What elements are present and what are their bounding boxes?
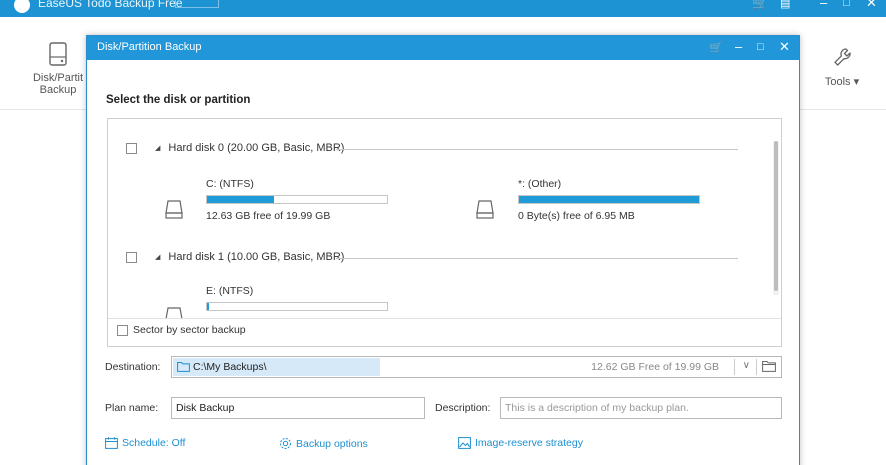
app-close-icon[interactable]: ✕ xyxy=(866,0,877,11)
section-title: Select the disk or partition xyxy=(106,94,251,106)
collapse-triangle-icon[interactable]: ◢ xyxy=(155,253,160,261)
destination-divider xyxy=(756,359,757,375)
disk-1-divider xyxy=(336,258,738,259)
schedule-link[interactable]: Schedule: Off xyxy=(105,437,185,449)
backup-options-label: Backup options xyxy=(296,437,368,450)
partition-c-drive-icon xyxy=(165,200,183,219)
dialog-cart-icon[interactable]: 🛒 xyxy=(709,41,723,54)
calendar-icon xyxy=(105,437,118,449)
app-maximize-icon[interactable]: □ xyxy=(843,0,850,9)
disk-1-checkbox[interactable] xyxy=(126,251,137,263)
wrench-icon xyxy=(834,48,851,66)
tools-label: Tools ▾ xyxy=(824,76,860,88)
collapse-triangle-icon[interactable]: ◢ xyxy=(155,144,160,152)
destination-free-space: 12.62 GB Free of 19.99 GB xyxy=(591,361,719,373)
disk-0-header: ◢ Hard disk 0 (20.00 GB, Basic, MBR) xyxy=(126,142,344,154)
disk-partition-backup-dialog: Disk/Partition Backup 🛒 – □ ✕ Select the… xyxy=(86,35,800,465)
disk-list-panel: ◢ Hard disk 0 (20.00 GB, Basic, MBR) C: … xyxy=(107,118,782,347)
schedule-label: Schedule: Off xyxy=(122,437,186,449)
disk-1-header: ◢ Hard disk 1 (10.00 GB, Basic, MBR) xyxy=(126,251,344,263)
tool-label-line1: Disk/Partit xyxy=(32,72,84,84)
chevron-down-icon[interactable]: ∨ xyxy=(743,360,750,371)
dialog-minimize-icon[interactable]: – xyxy=(735,39,742,54)
app-search-box[interactable] xyxy=(175,0,219,8)
image-reserve-link[interactable]: Image-reserve strategy xyxy=(458,437,583,449)
image-icon xyxy=(458,437,471,449)
tool-label-line2: Backup xyxy=(39,84,77,96)
app-menu-icon[interactable]: ▤ xyxy=(780,0,790,10)
destination-path: C:\My Backups\ xyxy=(193,361,267,373)
dialog-title: Disk/Partition Backup xyxy=(97,41,202,53)
partition-other-free: 0 Byte(s) free of 6.95 MB xyxy=(518,210,635,222)
app-title: EaseUS Todo Backup Free xyxy=(38,0,183,10)
plan-name-label: Plan name: xyxy=(105,402,159,414)
disk-0-checkbox[interactable] xyxy=(126,142,137,154)
partition-other-drive-icon xyxy=(476,200,494,219)
gear-icon xyxy=(280,438,291,449)
partition-c-usage-fill xyxy=(207,196,274,203)
folder-icon xyxy=(177,362,190,372)
app-logo-icon xyxy=(14,0,30,13)
sector-label: Sector by sector backup xyxy=(133,324,246,336)
destination-field[interactable]: C:\My Backups\ 12.62 GB Free of 19.99 GB… xyxy=(171,356,782,378)
partition-c-free: 12.63 GB free of 19.99 GB xyxy=(206,210,331,222)
partition-c-name: C: (NTFS) xyxy=(206,178,254,190)
partition-e-drive-icon xyxy=(165,307,183,319)
sector-separator xyxy=(108,318,781,319)
sector-by-sector-option[interactable]: Sector by sector backup xyxy=(117,324,246,336)
app-titlebar: EaseUS Todo Backup Free 🛒 ▤ – □ ✕ xyxy=(0,0,886,17)
disk-0-divider xyxy=(336,149,738,150)
partition-e-usage-bar xyxy=(206,302,388,311)
dialog-titlebar: Disk/Partition Backup 🛒 – □ ✕ xyxy=(87,36,799,60)
scrollbar-thumb[interactable] xyxy=(774,141,778,291)
destination-divider xyxy=(734,359,735,375)
app-minimize-icon[interactable]: – xyxy=(820,0,827,10)
browse-folder-icon[interactable] xyxy=(762,360,776,372)
plan-name-input[interactable] xyxy=(171,397,425,419)
disk-0-label: Hard disk 0 (20.00 GB, Basic, MBR) xyxy=(168,142,345,154)
tools-menu[interactable]: Tools ▾ xyxy=(812,47,872,88)
app-cart-icon[interactable]: 🛒 xyxy=(752,0,768,11)
disk-partition-backup-tool[interactable]: Disk/Partit Backup xyxy=(30,42,86,96)
partition-e-name: E: (NTFS) xyxy=(206,285,254,297)
partition-other-usage-fill xyxy=(519,196,699,203)
partition-other-name: *: (Other) xyxy=(518,178,562,190)
description-label: Description: xyxy=(435,402,491,414)
destination-label: Destination: xyxy=(105,361,161,373)
disk-1-label: Hard disk 1 (10.00 GB, Basic, MBR) xyxy=(168,251,345,263)
partition-other-usage-bar xyxy=(518,195,700,204)
image-reserve-label: Image-reserve strategy xyxy=(475,437,583,449)
sector-checkbox[interactable] xyxy=(117,324,128,336)
backup-options-link[interactable]: Backup options xyxy=(279,437,368,450)
partition-e-usage-fill xyxy=(207,303,209,310)
hard-drive-icon xyxy=(49,42,67,66)
dialog-maximize-icon[interactable]: □ xyxy=(757,41,764,53)
description-input[interactable] xyxy=(500,397,782,419)
partition-c-usage-bar xyxy=(206,195,388,204)
dialog-close-icon[interactable]: ✕ xyxy=(779,39,790,55)
